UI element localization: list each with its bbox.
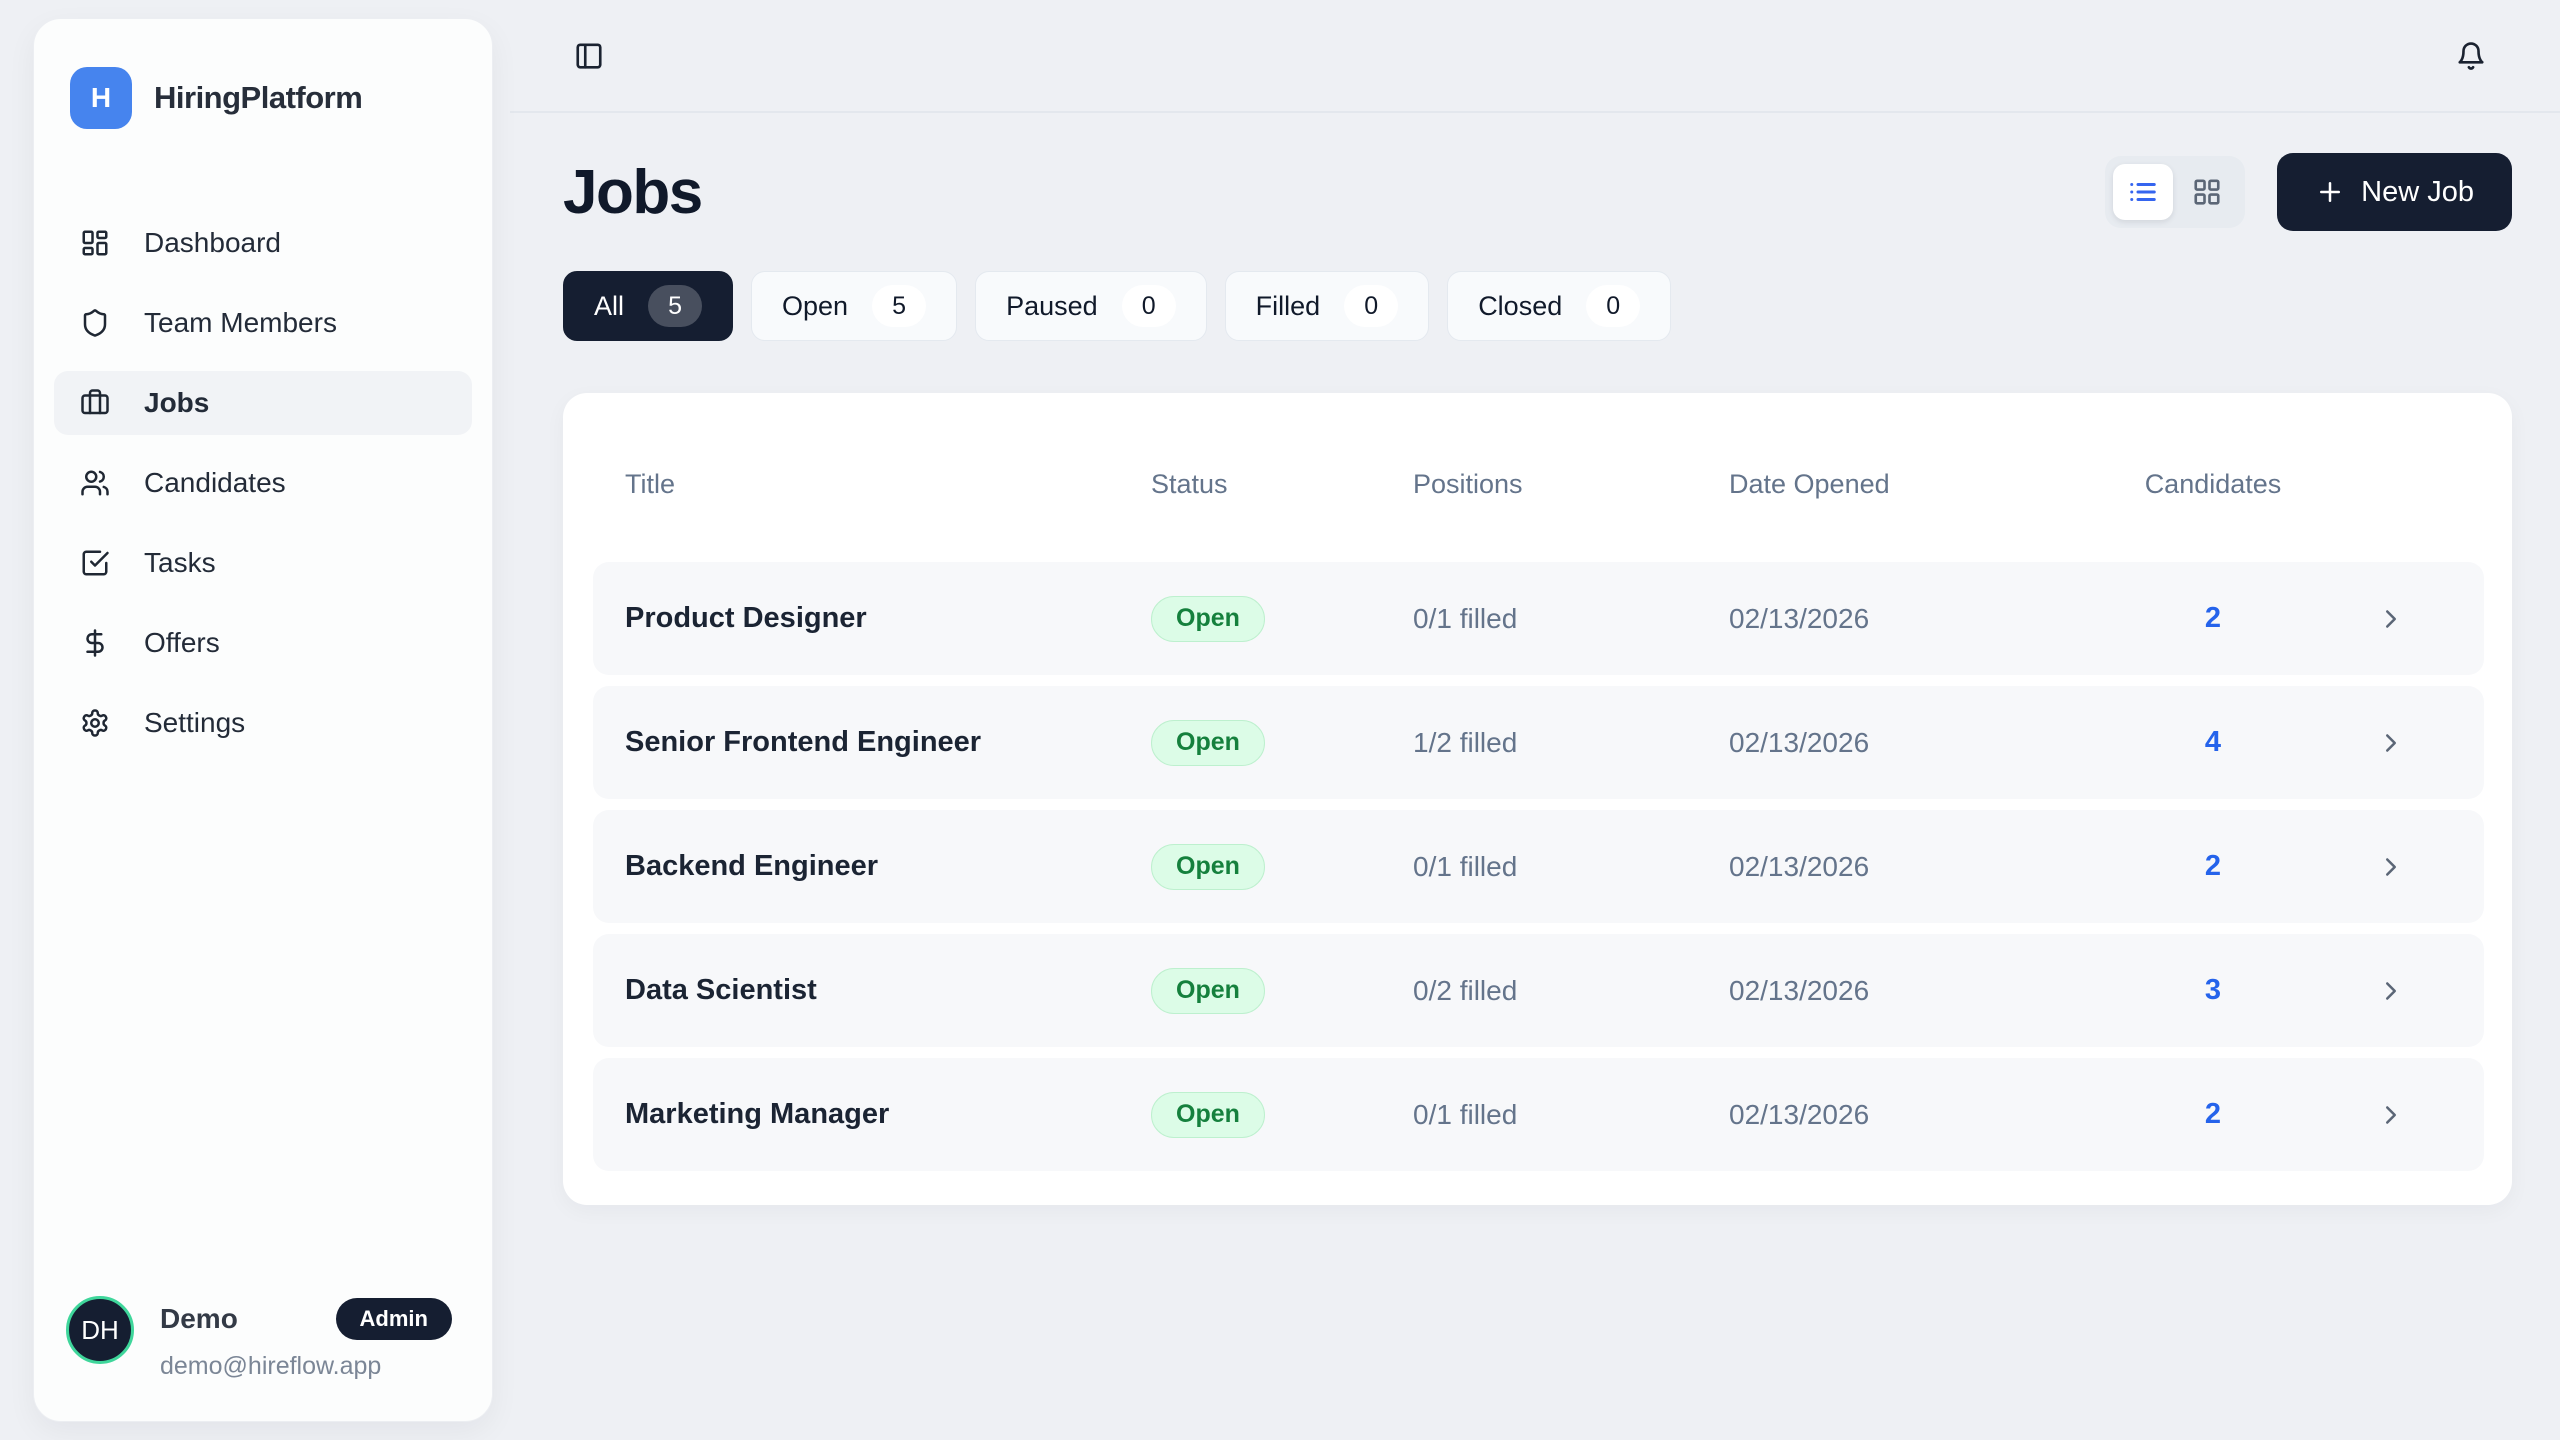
row-open-button[interactable] <box>2376 728 2406 758</box>
job-title: Product Designer <box>625 602 1151 635</box>
briefcase-icon <box>80 388 110 418</box>
candidates-count[interactable]: 2 <box>2128 1098 2298 1131</box>
chevron-right-icon <box>2376 1100 2406 1130</box>
table-header: Title Status Positions Date Opened Candi… <box>593 417 2484 562</box>
status-badge: Open <box>1151 1092 1265 1138</box>
job-title: Data Scientist <box>625 974 1151 1007</box>
notifications-button[interactable] <box>2450 35 2492 77</box>
list-view-button[interactable] <box>2113 164 2173 220</box>
list-icon <box>2128 177 2158 207</box>
filter-count-badge: 0 <box>1122 285 1176 327</box>
status-badge: Open <box>1151 844 1265 890</box>
bell-icon <box>2456 41 2486 71</box>
chevron-right-icon <box>2376 728 2406 758</box>
filter-tab-open[interactable]: Open 5 <box>751 271 957 341</box>
date-opened: 02/13/2026 <box>1729 975 2128 1007</box>
sidebar-item-tasks[interactable]: Tasks <box>54 531 472 595</box>
column-positions: Positions <box>1413 469 1729 500</box>
sidebar-item-settings[interactable]: Settings <box>54 691 472 755</box>
table-row[interactable]: Product Designer Open 0/1 filled 02/13/2… <box>593 562 2484 675</box>
job-title: Marketing Manager <box>625 1098 1151 1131</box>
table-row[interactable]: Data Scientist Open 0/2 filled 02/13/202… <box>593 934 2484 1047</box>
positions-filled: 0/1 filled <box>1413 1099 1729 1131</box>
date-opened: 02/13/2026 <box>1729 603 2128 635</box>
date-opened: 02/13/2026 <box>1729 851 2128 883</box>
dashboard-icon <box>80 228 110 258</box>
grid-view-button[interactable] <box>2177 164 2237 220</box>
sidebar-item-dashboard[interactable]: Dashboard <box>54 211 472 275</box>
candidates-count[interactable]: 2 <box>2128 602 2298 635</box>
user-email: demo@hireflow.app <box>160 1352 460 1381</box>
grid-icon <box>2192 177 2222 207</box>
table-row[interactable]: Senior Frontend Engineer Open 1/2 filled… <box>593 686 2484 799</box>
column-candidates: Candidates <box>2128 469 2298 500</box>
sidebar-nav: Dashboard Team Members Jobs Candidates T… <box>54 211 472 755</box>
status-filters: All 5 Open 5 Paused 0 Filled 0 Closed 0 <box>563 271 2512 341</box>
new-job-button[interactable]: New Job <box>2277 153 2512 231</box>
filter-tab-paused[interactable]: Paused 0 <box>975 271 1207 341</box>
plus-icon <box>2315 177 2345 207</box>
row-open-button[interactable] <box>2376 976 2406 1006</box>
status-badge: Open <box>1151 720 1265 766</box>
chevron-right-icon <box>2376 976 2406 1006</box>
row-open-button[interactable] <box>2376 604 2406 634</box>
page-title: Jobs <box>563 157 702 228</box>
gear-icon <box>80 708 110 738</box>
positions-filled: 0/2 filled <box>1413 975 1729 1007</box>
sidebar-item-jobs[interactable]: Jobs <box>54 371 472 435</box>
table-body: Product Designer Open 0/1 filled 02/13/2… <box>593 562 2484 1171</box>
filter-tab-filled[interactable]: Filled 0 <box>1225 271 1430 341</box>
panel-left-icon <box>574 41 604 71</box>
filter-tab-all[interactable]: All 5 <box>563 271 733 341</box>
filter-count-badge: 0 <box>1344 285 1398 327</box>
users-icon <box>80 468 110 498</box>
user-panel[interactable]: DH Demo Admin demo@hireflow.app <box>54 1296 472 1381</box>
job-title: Senior Frontend Engineer <box>625 726 1151 759</box>
sidebar-item-candidates[interactable]: Candidates <box>54 451 472 515</box>
date-opened: 02/13/2026 <box>1729 1099 2128 1131</box>
positions-filled: 0/1 filled <box>1413 851 1729 883</box>
status-badge: Open <box>1151 968 1265 1014</box>
column-title: Title <box>625 469 1151 500</box>
candidates-count[interactable]: 4 <box>2128 726 2298 759</box>
role-badge: Admin <box>336 1298 452 1340</box>
jobs-table-card: Title Status Positions Date Opened Candi… <box>563 393 2512 1205</box>
filter-count-badge: 5 <box>872 285 926 327</box>
user-name: Demo <box>160 1303 238 1335</box>
column-status: Status <box>1151 469 1413 500</box>
view-toggle <box>2105 156 2245 228</box>
sidebar: H HiringPlatform Dashboard Team Members … <box>33 18 493 1422</box>
sidebar-item-team-members[interactable]: Team Members <box>54 291 472 355</box>
dollar-icon <box>80 628 110 658</box>
app-brand: H HiringPlatform <box>54 67 472 129</box>
filter-tab-closed[interactable]: Closed 0 <box>1447 271 1671 341</box>
page-content: Jobs <box>510 113 2560 1205</box>
main-area: Jobs <box>510 0 2560 1440</box>
filter-count-badge: 5 <box>648 285 702 327</box>
chevron-right-icon <box>2376 604 2406 634</box>
app-name: HiringPlatform <box>154 80 362 116</box>
row-open-button[interactable] <box>2376 852 2406 882</box>
sidebar-item-offers[interactable]: Offers <box>54 611 472 675</box>
status-badge: Open <box>1151 596 1265 642</box>
sidebar-toggle-button[interactable] <box>568 35 610 77</box>
chevron-right-icon <box>2376 852 2406 882</box>
table-row[interactable]: Backend Engineer Open 0/1 filled 02/13/2… <box>593 810 2484 923</box>
candidates-count[interactable]: 3 <box>2128 974 2298 1007</box>
table-row[interactable]: Marketing Manager Open 0/1 filled 02/13/… <box>593 1058 2484 1171</box>
shield-icon <box>80 308 110 338</box>
date-opened: 02/13/2026 <box>1729 727 2128 759</box>
candidates-count[interactable]: 2 <box>2128 850 2298 883</box>
tasks-icon <box>80 548 110 578</box>
row-open-button[interactable] <box>2376 1100 2406 1130</box>
job-title: Backend Engineer <box>625 850 1151 883</box>
filter-count-badge: 0 <box>1586 285 1640 327</box>
positions-filled: 1/2 filled <box>1413 727 1729 759</box>
column-date-opened: Date Opened <box>1729 469 2128 500</box>
app-logo: H <box>70 67 132 129</box>
positions-filled: 0/1 filled <box>1413 603 1729 635</box>
topbar <box>510 0 2560 113</box>
avatar: DH <box>66 1296 134 1364</box>
